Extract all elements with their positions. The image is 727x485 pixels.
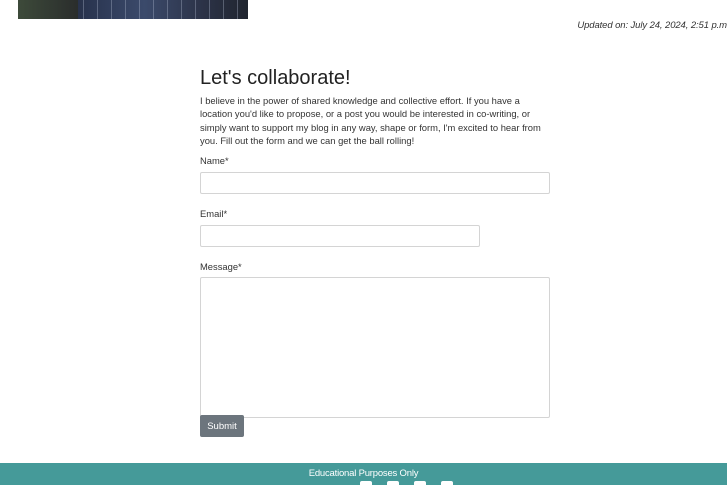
social-links: [360, 481, 453, 485]
name-field[interactable]: [200, 171, 550, 194]
email-field[interactable]: [200, 224, 480, 247]
message-label: Message*: [200, 260, 242, 272]
email-label: Email*: [200, 207, 228, 219]
message-field[interactable]: [200, 276, 550, 418]
footer-text: Educational Purposes Only: [308, 468, 419, 479]
updated-timestamp: Updated on: July 24, 2024, 2:51 p.m: [577, 20, 727, 31]
instagram-icon[interactable]: [414, 481, 426, 485]
contact-section: Let's collaborate! I believe in the powe…: [200, 66, 550, 418]
footer: Educational Purposes Only: [0, 463, 727, 485]
twitter-icon[interactable]: [387, 481, 399, 485]
name-label: Name*: [200, 154, 229, 166]
intro-text: I believe in the power of shared knowled…: [200, 95, 541, 147]
facebook-icon[interactable]: [360, 481, 372, 485]
submit-button[interactable]: Submit: [200, 415, 244, 437]
youtube-icon[interactable]: [441, 481, 453, 485]
blog-post-image: [18, 0, 248, 19]
page: Updated on: July 24, 2024, 2:51 p.m Let'…: [0, 0, 727, 485]
page-title: Let's collaborate!: [200, 67, 351, 89]
